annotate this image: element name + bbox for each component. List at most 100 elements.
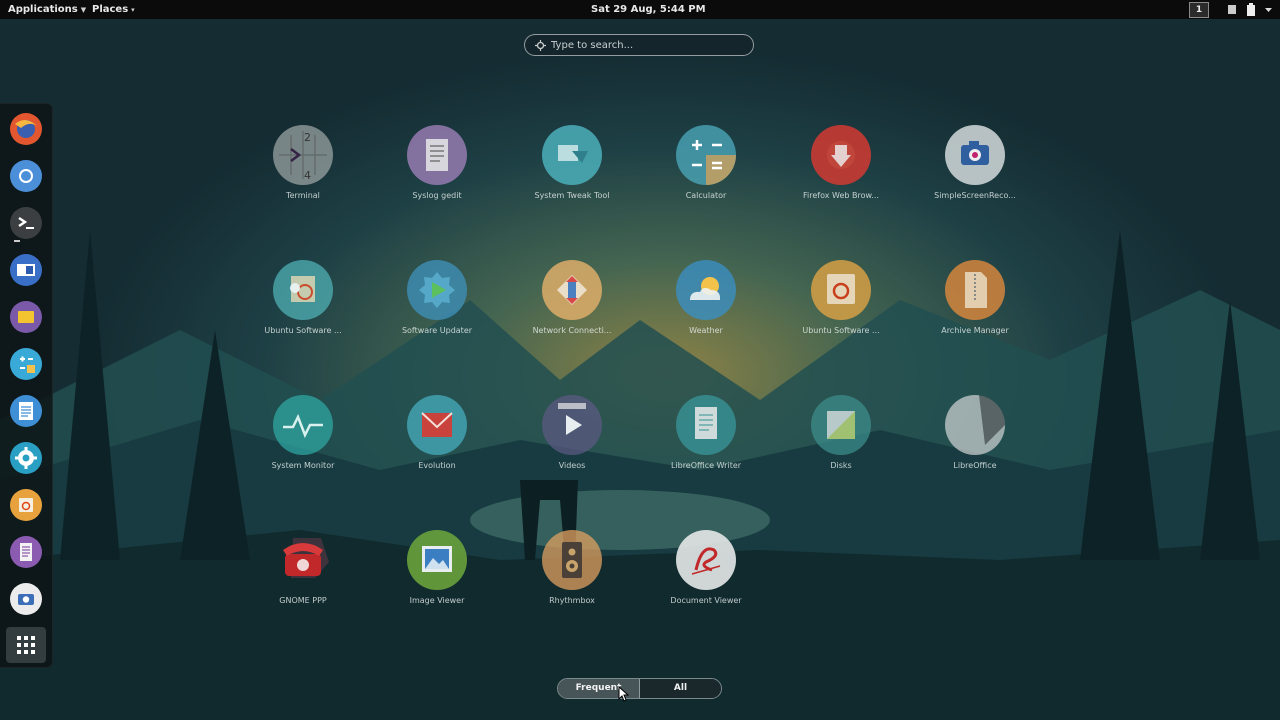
- telephone-icon: [273, 530, 333, 590]
- dash: [0, 103, 53, 668]
- network-icon: [542, 260, 602, 320]
- app-libreoffice-writer[interactable]: LibreOffice Writer: [646, 395, 766, 505]
- software-center-icon: [811, 260, 871, 320]
- app-label: GNOME PPP: [279, 596, 327, 605]
- terminal-icon: [10, 207, 42, 239]
- chevron-down-icon: ▼: [80, 6, 87, 14]
- app-label: Evolution: [418, 461, 456, 470]
- app-label: Syslog gedit: [412, 191, 462, 200]
- app-archive-manager[interactable]: Archive Manager: [915, 260, 1035, 370]
- app-rhythmbox[interactable]: Rhythmbox: [512, 530, 632, 640]
- dash-item-calculator[interactable]: [9, 347, 43, 381]
- app-disks[interactable]: Disks: [781, 395, 901, 505]
- app-software-updater[interactable]: Software Updater: [377, 260, 497, 370]
- software-center-icon: [10, 489, 42, 521]
- battery-icon[interactable]: [1246, 3, 1256, 16]
- disks-icon: [811, 395, 871, 455]
- calculator-icon: [10, 348, 42, 380]
- dash-item-remote-desktop[interactable]: [9, 253, 43, 287]
- app-document-viewer[interactable]: Document Viewer: [646, 530, 766, 640]
- top-bar: Applications ▼ Places ▾ Sat 29 Aug, 5:44 P…: [0, 0, 1280, 19]
- app-libreoffice[interactable]: LibreOffice: [915, 395, 1035, 505]
- workspace-indicator[interactable]: 1: [1189, 2, 1209, 18]
- app-ubuntu-software-weather[interactable]: Ubuntu Software ...: [243, 260, 363, 370]
- text-editor-icon: [10, 536, 42, 568]
- app-weather[interactable]: Weather: [646, 260, 766, 370]
- archive-icon: [945, 260, 1005, 320]
- app-label: Ubuntu Software ...: [264, 326, 342, 335]
- app-tweak-tool[interactable]: System Tweak Tool: [512, 125, 632, 235]
- app-videos[interactable]: Videos: [512, 395, 632, 505]
- app-calculator[interactable]: Calculator: [646, 125, 766, 235]
- app-label: Software Updater: [401, 326, 473, 335]
- dash-item-firefox[interactable]: [9, 112, 43, 146]
- dash-item-text-editor[interactable]: [9, 535, 43, 569]
- dash-item-terminal[interactable]: [9, 206, 43, 240]
- app-firefox[interactable]: Firefox Web Brow...: [781, 125, 901, 235]
- chromium-icon: [10, 160, 42, 192]
- camera-icon: [10, 583, 42, 615]
- mail-icon: [407, 395, 467, 455]
- app-ubuntu-software[interactable]: Ubuntu Software ...: [781, 260, 901, 370]
- firefox-icon: [811, 125, 871, 185]
- app-label: Document Viewer: [670, 596, 742, 605]
- network-icon[interactable]: [1227, 3, 1237, 16]
- app-label: Videos: [558, 461, 586, 470]
- places-label: Places: [92, 4, 129, 15]
- app-label: SimpleScreenReco...: [934, 191, 1016, 200]
- app-label: LibreOffice Writer: [670, 461, 742, 470]
- dash-item-chromium[interactable]: [9, 159, 43, 193]
- terminal-grid-icon: 24: [273, 125, 333, 185]
- dash-item-files[interactable]: [9, 300, 43, 334]
- document-viewer-icon: [676, 530, 736, 590]
- applications-menu[interactable]: Applications ▼: [8, 0, 86, 20]
- clock[interactable]: Sat 29 Aug, 5:44 PM: [591, 0, 706, 19]
- image-icon: [407, 530, 467, 590]
- app-network-connections[interactable]: Network Connecti...: [512, 260, 632, 370]
- app-terminal[interactable]: 24 Terminal: [243, 125, 363, 235]
- view-switcher: Frequent All: [557, 678, 722, 699]
- app-label: Terminal: [286, 191, 320, 200]
- places-menu[interactable]: Places ▾: [92, 0, 135, 20]
- speaker-icon: [542, 530, 602, 590]
- search-box[interactable]: [524, 34, 754, 56]
- text-editor-icon: [407, 125, 467, 185]
- app-label: Disks: [830, 461, 852, 470]
- gear-icon: [10, 442, 42, 474]
- software-updater-icon: [407, 260, 467, 320]
- app-label: Calculator: [685, 191, 727, 200]
- app-label: LibreOffice: [953, 461, 997, 470]
- libreoffice-icon: [945, 395, 1005, 455]
- dash-item-screenshot[interactable]: [9, 582, 43, 616]
- app-image-viewer[interactable]: Image Viewer: [377, 530, 497, 640]
- all-tab[interactable]: All: [640, 679, 721, 698]
- app-label: Firefox Web Brow...: [803, 191, 879, 200]
- document-icon: [10, 395, 42, 427]
- mouse-pointer-icon: [618, 686, 630, 702]
- firefox-icon: [10, 113, 42, 145]
- app-label: Weather: [689, 326, 723, 335]
- app-label: Ubuntu Software ...: [802, 326, 880, 335]
- dash-item-settings[interactable]: [9, 441, 43, 475]
- search-input[interactable]: [551, 39, 741, 51]
- applications-label: Applications: [8, 4, 78, 15]
- folder-icon: [10, 301, 42, 333]
- app-simplescreenrecorder[interactable]: SimpleScreenReco...: [915, 125, 1035, 235]
- show-applications-button[interactable]: [6, 627, 46, 663]
- app-label: Archive Manager: [941, 326, 1009, 335]
- chevron-down-icon: ▾: [131, 6, 135, 14]
- dash-item-writer[interactable]: [9, 394, 43, 428]
- app-gnome-ppp[interactable]: GNOME PPP: [243, 530, 363, 640]
- app-evolution[interactable]: Evolution: [377, 395, 497, 505]
- calculator-icon: [676, 125, 736, 185]
- svg-text:4: 4: [304, 169, 311, 182]
- dash-item-software[interactable]: [9, 488, 43, 522]
- running-indicator: [14, 240, 20, 242]
- tweak-tool-icon: [542, 125, 602, 185]
- app-syslog-gedit[interactable]: Syslog gedit: [377, 125, 497, 235]
- chevron-down-icon[interactable]: [1264, 3, 1273, 16]
- overview-dim: [0, 0, 1280, 720]
- system-monitor-icon: [273, 395, 333, 455]
- app-system-monitor[interactable]: System Monitor: [243, 395, 363, 505]
- app-label: Network Connecti...: [532, 326, 612, 335]
